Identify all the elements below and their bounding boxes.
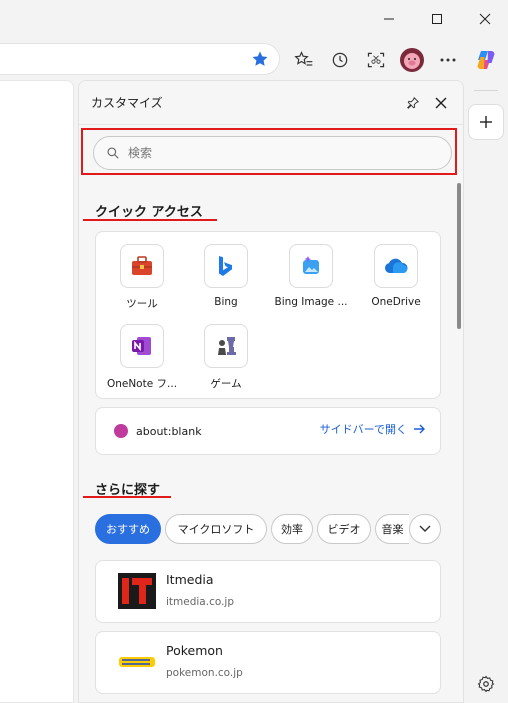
browser-toolbar: [0, 38, 508, 82]
pokemon-logo-icon: [119, 657, 155, 667]
tile-label: Bing: [214, 296, 238, 308]
profile-avatar-icon: [400, 48, 424, 72]
close-panel-button[interactable]: [429, 91, 453, 115]
minimize-button[interactable]: [366, 0, 412, 38]
screenshot-button[interactable]: [362, 46, 390, 74]
customize-panel: カスタマイズ クイック アクセス ツール Bing: [78, 80, 464, 703]
itmedia-logo: [118, 572, 156, 610]
explore-underline: [83, 496, 171, 498]
onedrive-icon: [384, 258, 408, 274]
history-icon: [332, 52, 348, 68]
minimize-icon: [384, 18, 394, 20]
tile-label: Bing Image ...: [274, 296, 348, 308]
close-icon: [479, 13, 491, 25]
chip-microsoft[interactable]: マイクロソフト: [165, 514, 267, 544]
pokemon-logo: [118, 643, 156, 681]
chip-video[interactable]: ビデオ: [317, 514, 371, 544]
tile-onenote[interactable]: OneNote フ...: [100, 324, 184, 391]
favorites-button[interactable]: [290, 46, 318, 74]
add-sidebar-app-button[interactable]: [468, 104, 504, 140]
maximize-button[interactable]: [414, 0, 460, 38]
copilot-icon: [477, 51, 495, 69]
arrow-right-icon: [414, 424, 425, 434]
games-icon: [218, 337, 236, 355]
tile-label: ツール: [126, 298, 158, 310]
current-url: about:blank: [136, 424, 202, 438]
quick-access-card: ツール Bing Bing Image ... OneDrive OneNote…: [95, 231, 441, 399]
bing-image-creator-icon: [303, 256, 319, 274]
chip-recommended[interactable]: おすすめ: [95, 514, 161, 544]
tile-label: OneNote フ...: [106, 378, 178, 390]
site-url: itmedia.co.jp: [166, 596, 235, 608]
quick-access-title: クイック アクセス: [95, 205, 203, 220]
gear-icon: [477, 675, 495, 693]
screenshot-icon: [367, 52, 385, 68]
toolbox-icon: [132, 256, 152, 275]
tile-bing[interactable]: Bing: [184, 244, 268, 308]
address-bar[interactable]: [0, 43, 280, 75]
maximize-icon: [432, 14, 442, 24]
site-url: pokemon.co.jp: [166, 667, 243, 679]
history-button[interactable]: [326, 46, 354, 74]
panel-header: カスタマイズ: [79, 81, 463, 125]
onenote-icon: [132, 337, 151, 355]
tile-label: ゲーム: [210, 378, 242, 390]
tile-bing-image-creator[interactable]: Bing Image ...: [269, 244, 353, 308]
close-icon: [435, 97, 447, 109]
site-name: Itmedia: [166, 572, 214, 587]
onedrive-icon-box: [374, 244, 418, 288]
panel-scrollbar[interactable]: [457, 183, 461, 329]
favorite-star-button[interactable]: [246, 45, 274, 73]
chip-music[interactable]: 音楽: [375, 514, 409, 544]
star-filled-icon: [252, 51, 268, 66]
pin-icon: [407, 96, 420, 109]
panel-title: カスタマイズ: [91, 96, 163, 110]
favorites-list-icon: [294, 51, 313, 66]
bing-icon: [219, 256, 232, 276]
close-window-button[interactable]: [462, 0, 508, 38]
toolbox-icon-box: [120, 244, 164, 288]
open-in-sidebar-label: サイドバーで開く: [319, 423, 407, 436]
chips-expand-button[interactable]: [409, 514, 441, 544]
more-icon: [440, 58, 456, 62]
search-field[interactable]: [93, 136, 452, 170]
tile-label: OneDrive: [371, 296, 421, 308]
copilot-button[interactable]: [472, 46, 500, 74]
title-bar: [0, 0, 508, 38]
rail-divider: [474, 90, 498, 91]
site-name: Pokemon: [166, 643, 223, 658]
page-content: [0, 80, 74, 703]
tile-onedrive[interactable]: OneDrive: [354, 244, 438, 308]
bing-icon-box: [204, 244, 248, 288]
bing-image-icon-box: [289, 244, 333, 288]
site-card-pokemon[interactable]: Pokemon pokemon.co.jp: [95, 631, 441, 694]
chevron-down-icon: [419, 525, 431, 532]
plus-icon: [480, 116, 492, 128]
search-icon: [107, 147, 119, 159]
site-card-itmedia[interactable]: Itmedia itmedia.co.jp: [95, 560, 441, 623]
current-page-card: about:blank サイドバーで開く: [95, 407, 441, 455]
site-favicon: [114, 424, 128, 438]
tile-tools[interactable]: ツール: [100, 244, 184, 311]
search-highlight: [81, 128, 457, 175]
onenote-icon-box: [120, 324, 164, 368]
tile-games[interactable]: ゲーム: [184, 324, 268, 391]
games-icon-box: [204, 324, 248, 368]
search-input[interactable]: [128, 146, 428, 160]
quick-access-underline: [83, 219, 217, 221]
more-button[interactable]: [434, 46, 462, 74]
pin-button[interactable]: [401, 91, 425, 115]
open-in-sidebar-link[interactable]: サイドバーで開く: [320, 421, 426, 437]
profile-button[interactable]: [398, 46, 426, 74]
chip-productivity[interactable]: 効率: [271, 514, 313, 544]
sidebar-settings-button[interactable]: [474, 672, 498, 696]
itmedia-logo-icon: [118, 573, 156, 609]
